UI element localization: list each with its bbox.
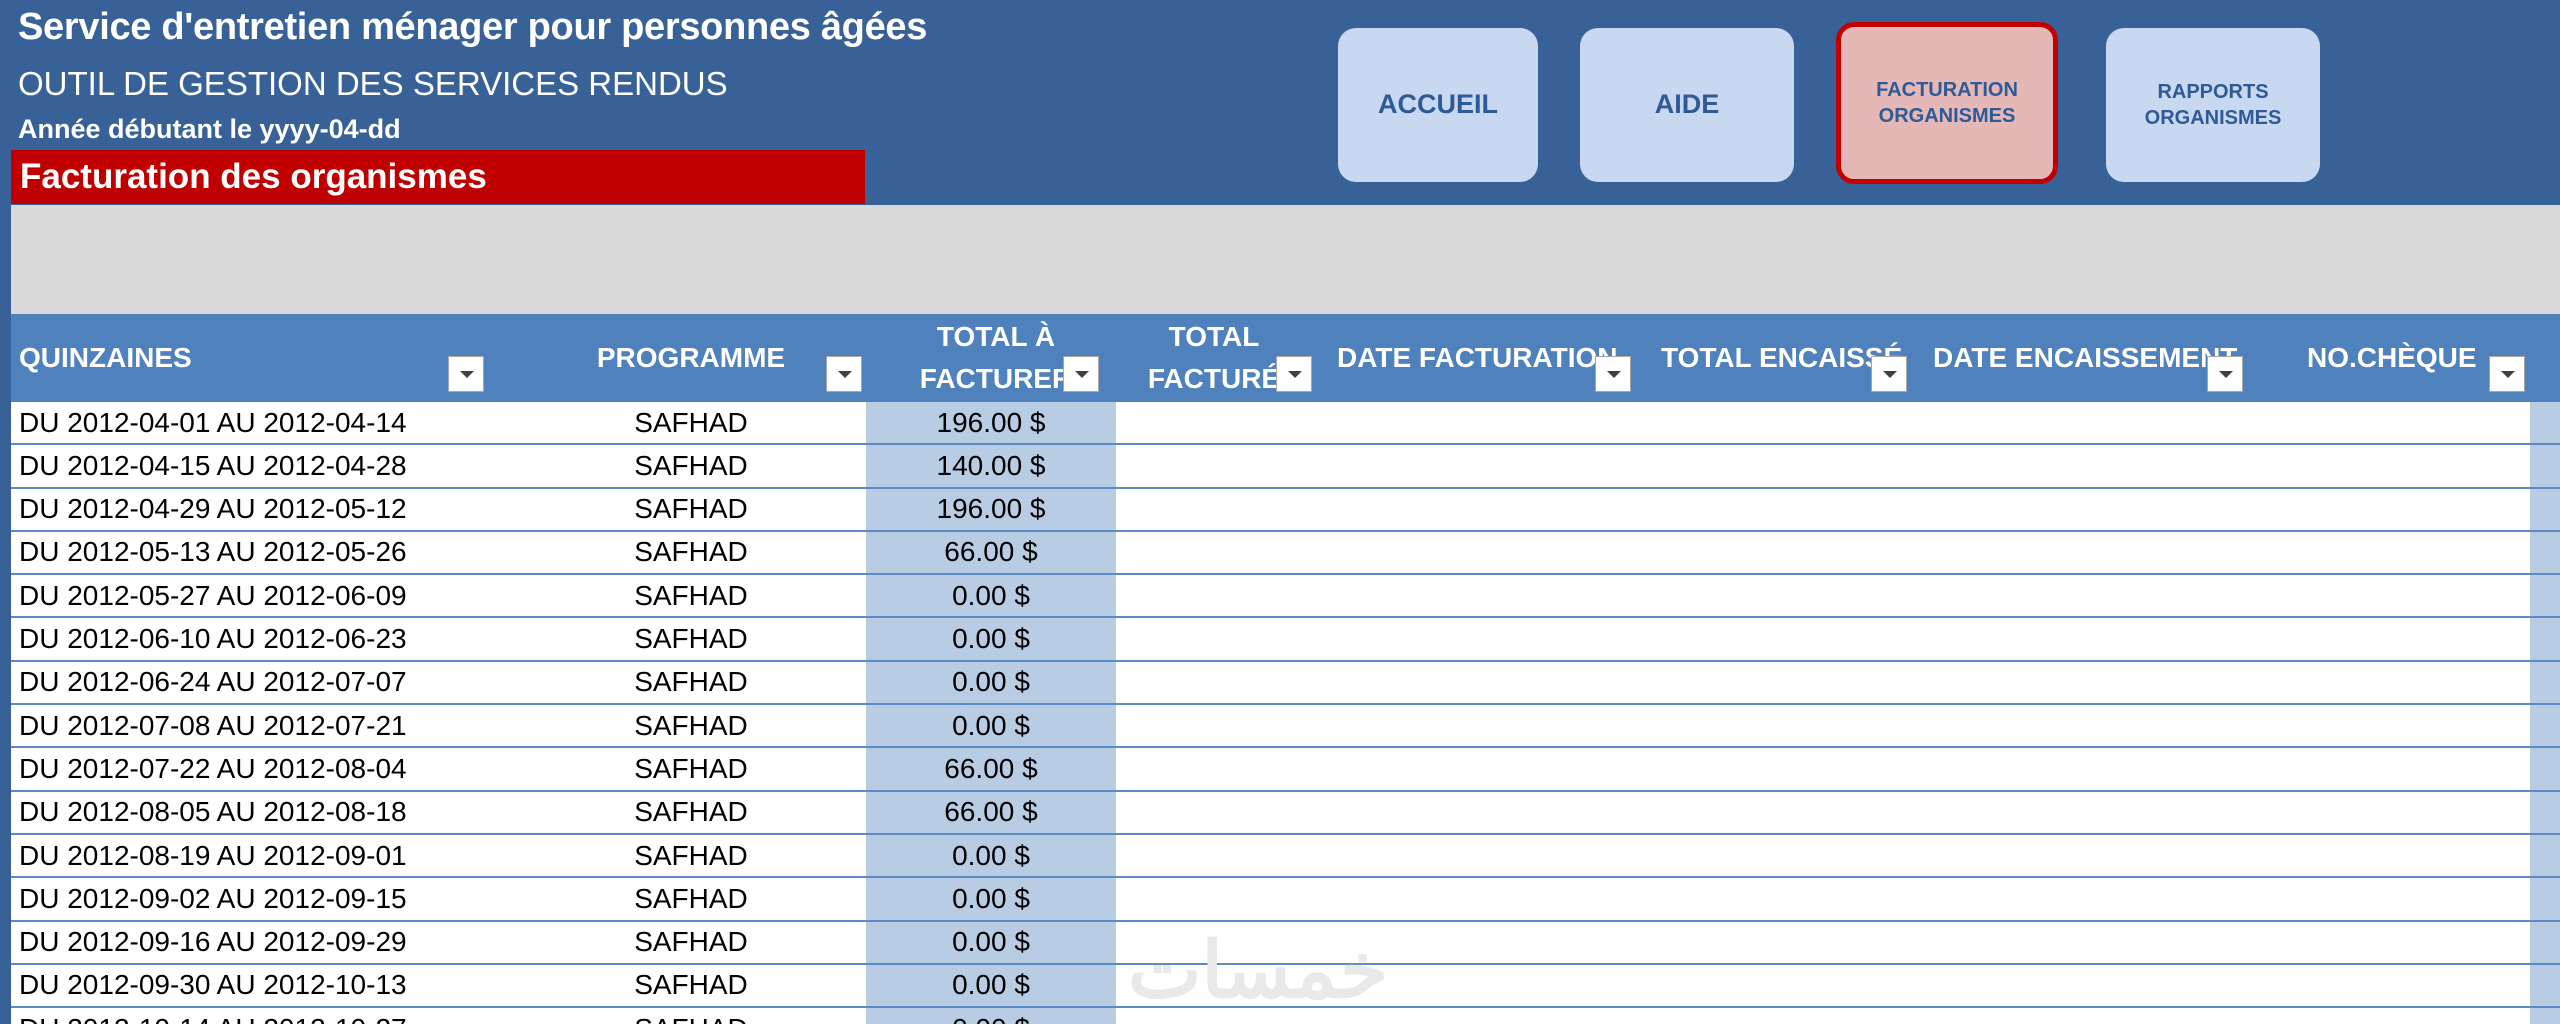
cell-programme[interactable]: SAFHAD bbox=[511, 705, 871, 746]
date-facturation-filter-dropdown[interactable] bbox=[1595, 356, 1631, 392]
total-facture-filter-dropdown[interactable] bbox=[1276, 356, 1312, 392]
cell-programme[interactable]: SAFHAD bbox=[511, 402, 871, 443]
cell-total-a-facturer[interactable]: 0.00 $ bbox=[866, 575, 1116, 616]
cell-quinzaine[interactable]: DU 2012-04-15 AU 2012-04-28 bbox=[19, 445, 407, 486]
aide-button[interactable]: AIDE bbox=[1580, 28, 1794, 182]
table-row[interactable]: DU 2012-07-22 AU 2012-08-04 SAFHAD 66.00 $ bbox=[11, 748, 2560, 792]
total-encaisse-filter-dropdown[interactable] bbox=[1871, 356, 1907, 392]
cell-quinzaine[interactable]: DU 2012-09-30 AU 2012-10-13 bbox=[19, 965, 407, 1006]
accueil-button-label: ACCUEIL bbox=[1378, 89, 1498, 120]
aide-button-label: AIDE bbox=[1654, 89, 1720, 120]
cell-quinzaine[interactable]: DU 2012-04-01 AU 2012-04-14 bbox=[19, 402, 407, 443]
year-start-label: Année débutant le yyyy-04-dd bbox=[18, 114, 401, 144]
cell-total-a-facturer[interactable]: 196.00 $ bbox=[866, 402, 1116, 443]
table-row[interactable]: DU 2012-04-15 AU 2012-04-28 SAFHAD 140.00 … bbox=[11, 445, 2560, 489]
cell-programme[interactable]: SAFHAD bbox=[511, 445, 871, 486]
cell-total-a-facturer[interactable]: 0.00 $ bbox=[866, 965, 1116, 1006]
cell-quinzaine[interactable]: DU 2012-08-05 AU 2012-08-18 bbox=[19, 792, 407, 833]
table-row[interactable]: DU 2012-09-30 AU 2012-10-13 SAFHAD 0.00 $ bbox=[11, 965, 2560, 1009]
no-cheque-filter-dropdown[interactable] bbox=[2489, 356, 2525, 392]
sheet-left-edge bbox=[0, 0, 11, 1024]
cell-total-a-facturer[interactable]: 0.00 $ bbox=[866, 878, 1116, 919]
cell-programme[interactable]: SAFHAD bbox=[511, 619, 871, 660]
cell-quinzaine[interactable]: DU 2012-05-27 AU 2012-06-09 bbox=[19, 575, 407, 616]
facturation-organismes-label: FACTURATION ORGANISMES bbox=[1876, 79, 2018, 127]
cell-total-a-facturer[interactable]: 66.00 $ bbox=[866, 792, 1116, 833]
column-header-date-encaissement: DATE ENCAISSEMENT bbox=[1933, 342, 2238, 373]
table-row[interactable]: DU 2012-04-01 AU 2012-04-14 SAFHAD 196.00 … bbox=[11, 402, 2560, 446]
cell-quinzaine[interactable]: DU 2012-09-02 AU 2012-09-15 bbox=[19, 878, 407, 919]
quinzaines-filter-dropdown[interactable] bbox=[448, 356, 484, 392]
table-row[interactable]: DU 2012-05-27 AU 2012-06-09 SAFHAD 0.00 $ bbox=[11, 575, 2560, 619]
cell-total-a-facturer[interactable]: 0.00 $ bbox=[866, 619, 1116, 660]
programme-filter-dropdown[interactable] bbox=[826, 356, 862, 392]
column-header-programme: PROGRAMME bbox=[596, 342, 786, 373]
cell-total-a-facturer[interactable]: 196.00 $ bbox=[866, 489, 1116, 530]
column-header-quinzaines: QUINZAINES bbox=[19, 342, 192, 373]
cell-quinzaine[interactable]: DU 2012-09-16 AU 2012-09-29 bbox=[19, 922, 407, 963]
table-header: QUINZAINES PROGRAMME TOTAL À FACTURER TO… bbox=[11, 314, 2560, 402]
cell-programme[interactable]: SAFHAD bbox=[511, 489, 871, 530]
cell-quinzaine[interactable]: DU 2012-04-29 AU 2012-05-12 bbox=[19, 489, 407, 530]
table-row[interactable]: DU 2012-07-08 AU 2012-07-21 SAFHAD 0.00 $ bbox=[11, 705, 2560, 749]
column-header-total-facture: TOTAL FACTURÉ bbox=[1147, 321, 1281, 394]
cell-programme[interactable]: SAFHAD bbox=[511, 1008, 871, 1024]
cell-total-a-facturer[interactable]: 0.00 $ bbox=[866, 662, 1116, 703]
table-row[interactable]: DU 2012-09-16 AU 2012-09-29 SAFHAD 0.00 $ bbox=[11, 922, 2560, 965]
cell-total-a-facturer[interactable]: 66.00 $ bbox=[866, 748, 1116, 789]
section-title: Facturation des organismes bbox=[20, 157, 487, 196]
app-header: Service d'entretien ménager pour personn… bbox=[0, 0, 2560, 205]
cell-quinzaine[interactable]: DU 2012-06-10 AU 2012-06-23 bbox=[19, 619, 407, 660]
cell-programme[interactable]: SAFHAD bbox=[511, 878, 871, 919]
cell-total-a-facturer[interactable]: 0.00 $ bbox=[866, 835, 1116, 876]
accueil-button[interactable]: ACCUEIL bbox=[1338, 28, 1538, 182]
cell-programme[interactable]: SAFHAD bbox=[511, 662, 871, 703]
table-row[interactable]: DU 2012-06-24 AU 2012-07-07 SAFHAD 0.00 $ bbox=[11, 662, 2560, 706]
cell-programme[interactable]: SAFHAD bbox=[511, 965, 871, 1006]
cell-quinzaine[interactable]: DU 2012-10-14 AU 2012-10-27 bbox=[19, 1008, 407, 1024]
cell-programme[interactable]: SAFHAD bbox=[511, 532, 871, 573]
rapports-organismes-label: RAPPORTS ORGANISMES bbox=[2144, 81, 2282, 129]
app-subtitle: OUTIL DE GESTION DES SERVICES RENDUS bbox=[18, 65, 728, 102]
table-row[interactable]: DU 2012-05-13 AU 2012-05-26 SAFHAD 66.00 $ bbox=[11, 532, 2560, 576]
cell-total-a-facturer[interactable]: 140.00 $ bbox=[866, 445, 1116, 486]
cell-programme[interactable]: SAFHAD bbox=[511, 835, 871, 876]
cell-quinzaine[interactable]: DU 2012-05-13 AU 2012-05-26 bbox=[19, 532, 407, 573]
total-a-facturer-filter-dropdown[interactable] bbox=[1063, 356, 1099, 392]
column-header-no-cheque: NO.CHÈQUE bbox=[2307, 342, 2477, 373]
cell-total-a-facturer[interactable]: 66.00 $ bbox=[866, 532, 1116, 573]
cell-quinzaine[interactable]: DU 2012-08-19 AU 2012-09-01 bbox=[19, 835, 407, 876]
cell-programme[interactable]: SAFHAD bbox=[511, 748, 871, 789]
column-header-total-encaisse: TOTAL ENCAISSÉ bbox=[1661, 342, 1903, 373]
table-row[interactable]: DU 2012-04-29 AU 2012-05-12 SAFHAD 196.00 … bbox=[11, 489, 2560, 532]
date-encaissement-filter-dropdown[interactable] bbox=[2207, 356, 2243, 392]
cell-quinzaine[interactable]: DU 2012-07-22 AU 2012-08-04 bbox=[19, 748, 407, 789]
cell-total-a-facturer[interactable]: 0.00 $ bbox=[866, 922, 1116, 963]
table-row[interactable]: DU 2012-06-10 AU 2012-06-23 SAFHAD 0.00 $ bbox=[11, 619, 2560, 662]
table-row[interactable]: DU 2012-10-14 AU 2012-10-27 SAFHAD0.00 $ bbox=[11, 1008, 2560, 1024]
cell-quinzaine[interactable]: DU 2012-07-08 AU 2012-07-21 bbox=[19, 705, 407, 746]
cell-quinzaine[interactable]: DU 2012-06-24 AU 2012-07-07 bbox=[19, 662, 407, 703]
table-row[interactable]: DU 2012-09-02 AU 2012-09-15 SAFHAD 0.00 $ bbox=[11, 878, 2560, 922]
facturation-organismes-button[interactable]: FACTURATION ORGANISMES bbox=[1836, 22, 2058, 184]
rapports-organismes-button[interactable]: RAPPORTS ORGANISMES bbox=[2106, 28, 2320, 182]
section-title-bar: Facturation des organismes bbox=[11, 150, 865, 204]
table-body: DU 2012-04-01 AU 2012-04-14 SAFHAD 196.00 … bbox=[11, 402, 2560, 1024]
spacer-band bbox=[11, 205, 2560, 314]
cell-programme[interactable]: SAFHAD bbox=[511, 792, 871, 833]
cell-total-a-facturer[interactable]: 0.00 $ bbox=[866, 1008, 1116, 1024]
cell-programme[interactable]: SAFHAD bbox=[511, 922, 871, 963]
cell-programme[interactable]: SAFHAD bbox=[511, 575, 871, 616]
column-header-date-facturation: DATE FACTURATION bbox=[1337, 342, 1618, 373]
cell-total-a-facturer[interactable]: 0.00 $ bbox=[866, 705, 1116, 746]
table-row[interactable]: DU 2012-08-19 AU 2012-09-01 SAFHAD 0.00 $ bbox=[11, 835, 2560, 879]
app-title: Service d'entretien ménager pour personn… bbox=[18, 6, 928, 48]
table-row[interactable]: DU 2012-08-05 AU 2012-08-18 SAFHAD 66.00 $ bbox=[11, 792, 2560, 835]
